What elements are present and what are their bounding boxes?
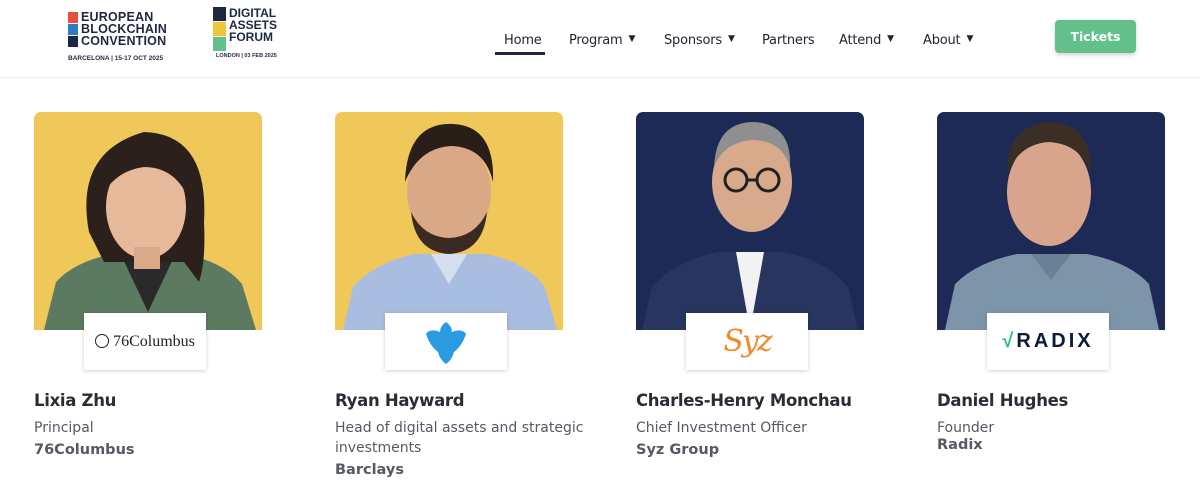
chevron-down-icon: ▼ <box>628 34 636 44</box>
ebc-logo-subtitle: BARCELONA | 15-17 OCT 2025 <box>68 55 164 62</box>
speaker-role: Head of digital assets and strategic inv… <box>335 420 584 456</box>
daf-logo-subtitle: LONDON | 03 FEB 2025 <box>216 53 277 59</box>
nav-item-partners[interactable]: Partners <box>762 26 815 54</box>
nav-item-program[interactable]: Program ▼ <box>569 26 635 54</box>
speaker-name: Daniel Hughes <box>937 391 1069 410</box>
ebc-logo-line-3: CONVENTION <box>81 34 167 48</box>
nav-item-label: Attend <box>839 32 882 48</box>
speaker-photo <box>335 112 563 330</box>
site-header: EUROPEAN BLOCKCHAIN CONVENTION BARCELONA… <box>0 0 1200 78</box>
nav-item-label: About <box>923 32 961 48</box>
european-blockchain-convention-logo[interactable]: EUROPEAN BLOCKCHAIN CONVENTION BARCELONA… <box>68 10 178 66</box>
daf-logo-mark <box>213 7 226 52</box>
company-logo: Syz <box>686 313 808 370</box>
speaker-role: Principal <box>34 420 94 436</box>
speaker-company: Radix <box>937 437 983 453</box>
speaker-photo <box>636 112 864 330</box>
nav-active-indicator <box>495 52 545 55</box>
company-logo-text: RADIX <box>1016 330 1094 352</box>
nav-item-home[interactable]: Home <box>504 26 542 54</box>
company-logo: 76Columbus <box>84 313 206 370</box>
speaker-photo <box>34 112 262 330</box>
speaker-name: Lixia Zhu <box>34 391 117 410</box>
company-logo: √RADIX <box>987 313 1109 370</box>
speaker-role: Founder <box>937 420 995 436</box>
nav-item-sponsors[interactable]: Sponsors ▼ <box>664 26 735 54</box>
speaker-card[interactable]: √RADIX Daniel Hughes Founder Radix <box>937 96 1197 486</box>
speaker-card[interactable]: 76Columbus Lixia Zhu Principal 76Columbu… <box>34 96 294 486</box>
chevron-down-icon: ▼ <box>966 34 974 44</box>
speaker-card[interactable]: Ryan Hayward Head of digital assets and … <box>335 96 595 486</box>
nav-item-attend[interactable]: Attend ▼ <box>839 26 894 54</box>
chevron-down-icon: ▼ <box>727 34 735 44</box>
nav-item-label: Partners <box>762 32 815 48</box>
speaker-photo <box>937 112 1165 330</box>
nav-item-about[interactable]: About ▼ <box>923 26 973 54</box>
daf-logo-line-3: FORUM <box>229 30 273 44</box>
nav-item-label: Program <box>569 32 623 48</box>
compass-icon <box>95 333 110 348</box>
check-icon: √ <box>1002 330 1017 352</box>
speaker-company: Barclays <box>335 462 404 478</box>
nav-item-label: Home <box>504 32 542 48</box>
speaker-name: Ryan Hayward <box>335 391 465 410</box>
speaker-role: Chief Investment Officer <box>636 420 807 436</box>
tickets-button[interactable]: Tickets <box>1055 20 1136 53</box>
ebc-logo-mark <box>68 12 78 48</box>
chevron-down-icon: ▼ <box>887 34 894 44</box>
digital-assets-forum-logo[interactable]: DIGITAL ASSETS FORUM LONDON | 03 FEB 202… <box>213 7 283 63</box>
speaker-company: 76Columbus <box>34 442 135 458</box>
company-logo-text: Syz <box>723 324 772 359</box>
speaker-company: Syz Group <box>636 442 720 458</box>
nav-item-label: Sponsors <box>664 32 722 48</box>
speaker-name: Charles-Henry Monchau <box>636 391 852 410</box>
eagle-icon <box>426 321 466 364</box>
company-logo-text: 76Columbus <box>113 332 195 350</box>
company-logo <box>385 313 507 370</box>
speaker-card[interactable]: Syz Charles-Henry Monchau Chief Investme… <box>636 96 896 486</box>
